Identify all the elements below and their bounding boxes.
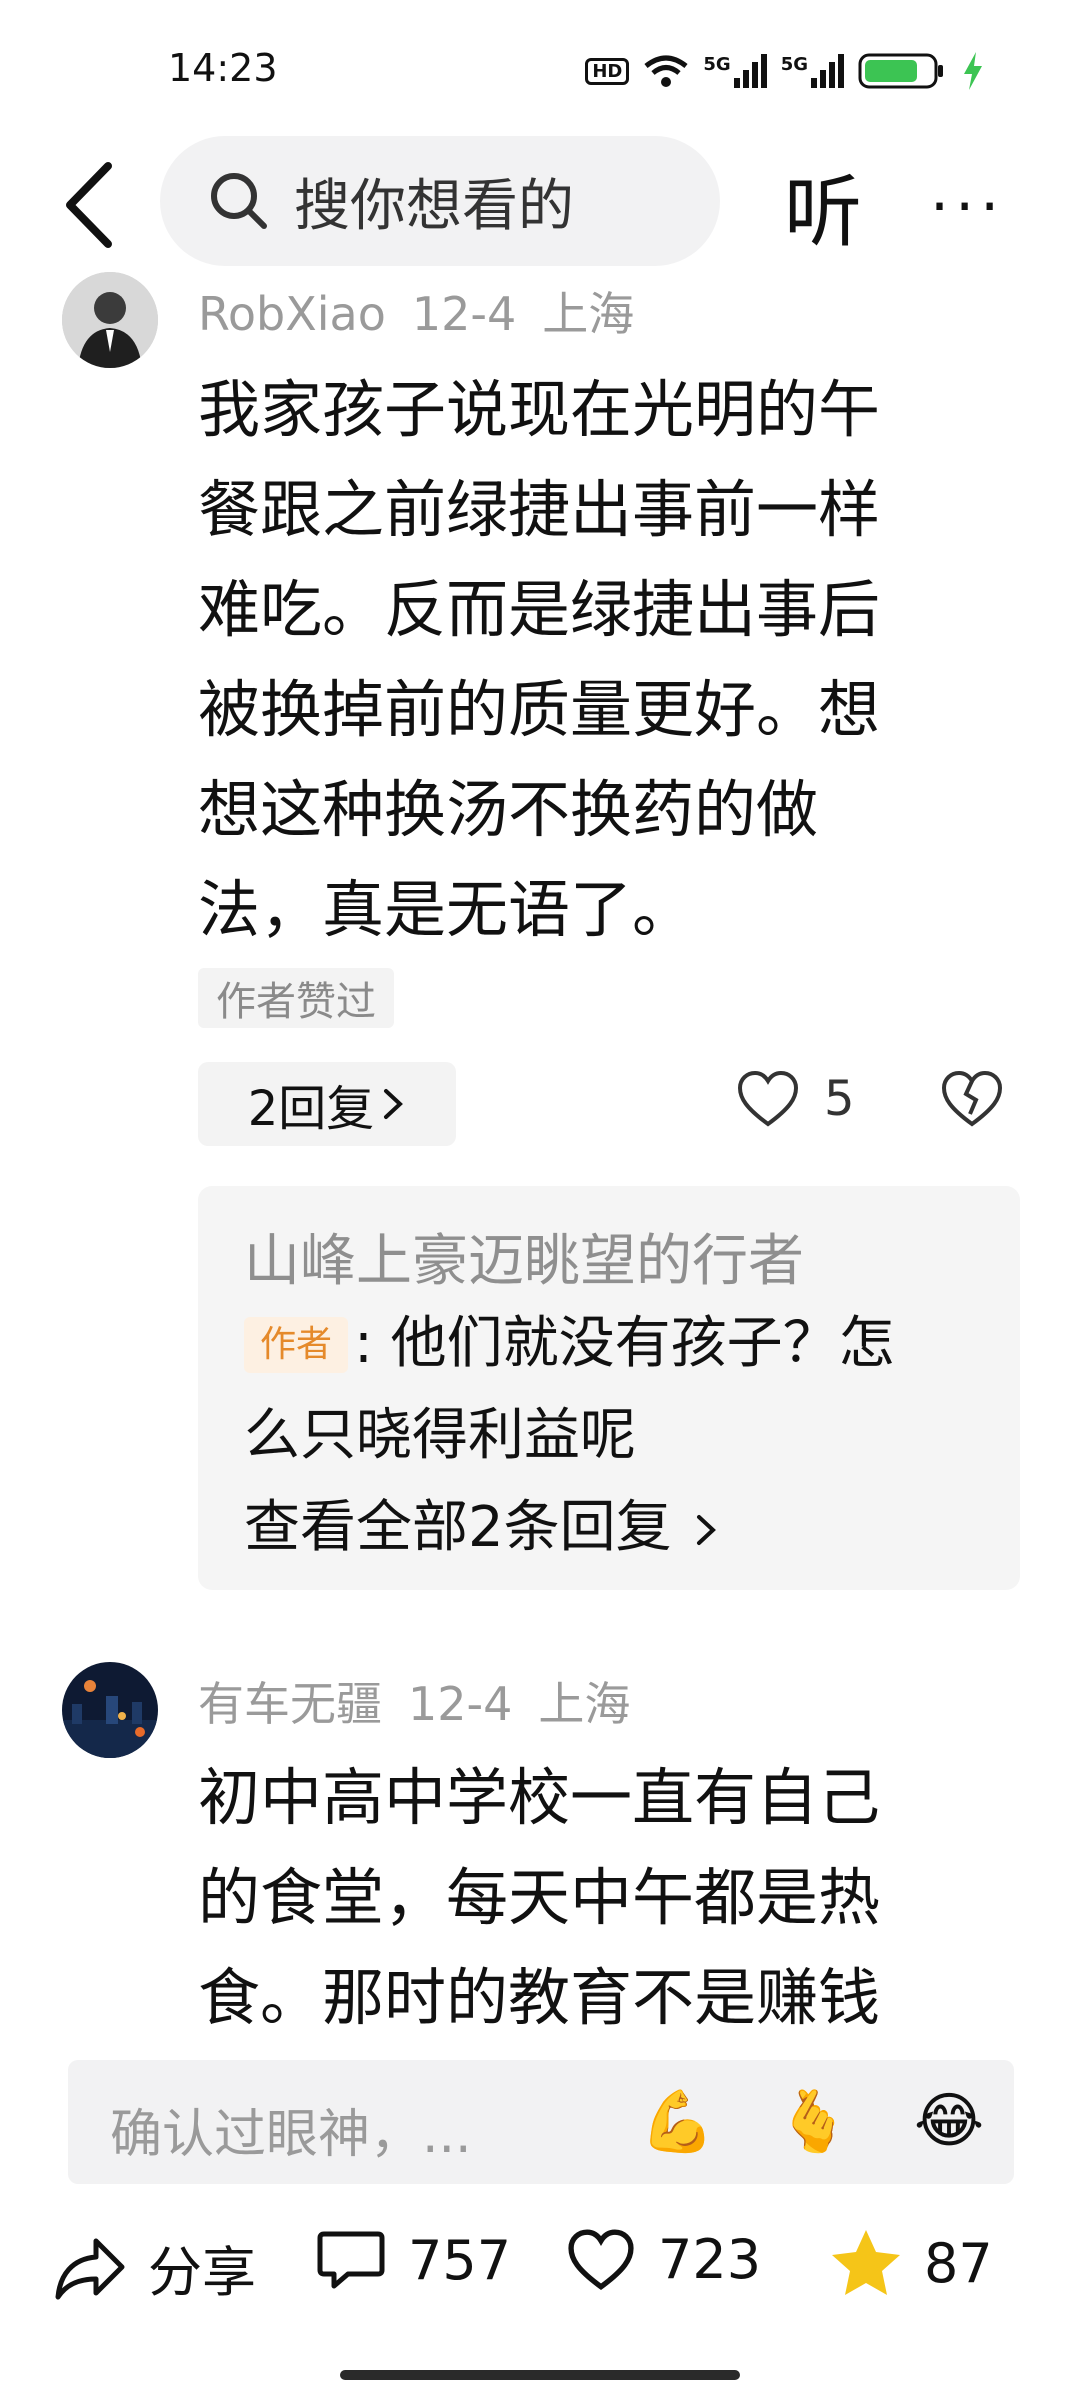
reply-author[interactable]: 山峰上豪迈眺望的行者 — [244, 1216, 804, 1297]
avatar[interactable] — [62, 272, 158, 368]
status-time: 14:23 — [168, 46, 278, 90]
like-post-button[interactable]: 723 — [566, 2228, 761, 2291]
signal-icon-2: 5G — [781, 54, 844, 88]
comment-input[interactable]: 确认过眼神，... 💪 🫰 😂 — [68, 2060, 1014, 2184]
avatar[interactable] — [62, 1662, 158, 1758]
heart-icon — [737, 1070, 799, 1127]
status-icons: HD 5G 5G — [585, 52, 984, 90]
back-arrow-icon[interactable] — [60, 160, 120, 250]
comment-username[interactable]: RobXiao — [198, 287, 386, 341]
hd-label: HD — [592, 60, 623, 82]
search-input[interactable]: 搜你想看的 — [160, 136, 720, 266]
reply-text-line-2: 么只晓得利益呢 — [244, 1403, 636, 1468]
comment-line: 我家孩子说现在光明的午 — [198, 373, 881, 446]
comment-bubble-icon — [317, 2231, 385, 2289]
comments-count: 757 — [408, 2228, 512, 2292]
likes-count: 723 — [658, 2228, 762, 2291]
comment-meta: 有车无疆 12-4 上海 — [198, 1668, 656, 1734]
broken-heart-icon[interactable] — [940, 1070, 1004, 1128]
reply-text: 作者: 他们就没有孩子？怎 么只晓得利益呢 — [244, 1298, 984, 1482]
share-button[interactable]: 分享 — [54, 2228, 256, 2307]
comment-line: 初中高中学校一直有自己 — [198, 1761, 881, 1834]
comment-line: 的食堂，每天中午都是热 — [198, 1861, 881, 1934]
comment-line: 餐跟之前绿捷出事前一样 — [198, 473, 881, 546]
wifi-icon — [644, 55, 688, 87]
comment-date: 12-4 — [408, 1677, 513, 1731]
more-options-button[interactable]: ··· — [930, 172, 1005, 242]
search-icon — [211, 173, 267, 229]
favorite-button[interactable]: 87 — [830, 2228, 993, 2298]
view-all-replies-link[interactable]: 查看全部2条回复 — [244, 1482, 719, 1563]
flexed-biceps-emoji[interactable]: 💪 — [640, 2086, 715, 2157]
view-all-label: 查看全部2条回复 — [244, 1495, 672, 1560]
share-label: 分享 — [148, 2241, 256, 2304]
comment-line: 食。那时的教育不是赚钱 — [198, 1961, 881, 2034]
network-label-2: 5G — [780, 54, 808, 75]
user-avatar-image — [62, 272, 158, 368]
replies-label: 2回复 — [247, 1081, 375, 1137]
comment-line: 难吃。反而是绿捷出事后 — [198, 573, 881, 646]
reply-preview[interactable]: 山峰上豪迈眺望的行者 作者: 他们就没有孩子？怎 么只晓得利益呢 查看全部2条回… — [198, 1186, 1020, 1590]
reply-line-1: 作者: 他们就没有孩子？怎 — [244, 1298, 984, 1390]
comment-location: 上海 — [542, 287, 635, 341]
heart-hands-emoji[interactable]: 🫰 — [776, 2086, 851, 2157]
comment-body: 初中高中学校一直有自己 的食堂，每天中午都是热 食。那时的教育不是赚钱 — [198, 1748, 978, 2048]
reply-text-line-1: : 他们就没有孩子？怎 — [354, 1311, 895, 1376]
listen-button[interactable]: 听 — [784, 150, 862, 262]
like-count: 5 — [824, 1071, 855, 1127]
home-indicator[interactable] — [340, 2370, 740, 2380]
comment-line: 想这种换汤不换药的做 — [198, 773, 819, 846]
share-icon — [55, 2238, 125, 2299]
battery-icon — [858, 53, 943, 89]
comment-body: 我家孩子说现在光明的午 餐跟之前绿捷出事前一样 难吃。反而是绿捷出事后 被换掉前… — [198, 360, 978, 960]
user-avatar-image — [62, 1662, 158, 1758]
search-placeholder: 搜你想看的 — [294, 173, 574, 239]
signal-icon-1: 5G — [703, 54, 767, 88]
author-tag: 作者 — [244, 1317, 349, 1373]
replies-button[interactable]: 2回复 — [198, 1062, 456, 1146]
comment-location: 上海 — [538, 1677, 631, 1731]
hd-icon: HD — [585, 57, 630, 85]
chevron-right-icon — [384, 1089, 404, 1119]
comment-input-placeholder: 确认过眼神，... — [110, 2105, 472, 2165]
comment-date: 12-4 — [411, 287, 517, 341]
charging-bolt-icon — [964, 52, 982, 90]
comment-line: 法，真是无语了。 — [198, 873, 695, 946]
comments-button[interactable]: 757 — [316, 2228, 511, 2292]
author-liked-badge: 作者赞过 — [198, 968, 394, 1028]
laughing-emoji[interactable]: 😂 — [914, 2086, 984, 2156]
network-label-1: 5G — [703, 54, 731, 75]
chevron-right-icon — [697, 1515, 717, 1545]
star-icon — [832, 2230, 900, 2295]
heart-icon — [568, 2229, 634, 2290]
comment-meta: RobXiao 12-4 上海 — [198, 278, 660, 344]
comment-line: 被换掉前的质量更好。想 — [198, 673, 881, 746]
like-button[interactable]: 5 — [736, 1070, 855, 1128]
stars-count: 87 — [924, 2231, 993, 2295]
comment-username[interactable]: 有车无疆 — [198, 1677, 382, 1731]
